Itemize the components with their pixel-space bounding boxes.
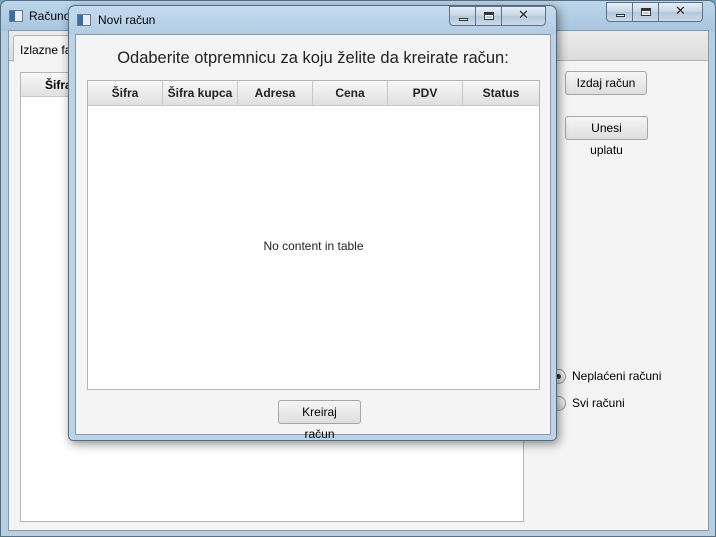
enter-payment-button[interactable]: Unesi uplatu bbox=[565, 116, 648, 157]
dialog-title: Novi račun bbox=[98, 13, 156, 27]
new-invoice-dialog: Novi račun ✕ Odaberite otpremnicu za koj… bbox=[68, 5, 557, 441]
dialog-caption-buttons: ✕ bbox=[449, 6, 546, 26]
column-header-pdv[interactable]: PDV bbox=[388, 81, 463, 105]
main-close-button[interactable]: ✕ bbox=[659, 2, 703, 22]
filter-all-label: Svi računi bbox=[572, 396, 625, 410]
close-icon: ✕ bbox=[675, 4, 686, 19]
dialog-heading: Odaberite otpremnicu za koju želite da k… bbox=[117, 49, 509, 67]
dialog-close-button[interactable]: ✕ bbox=[502, 6, 546, 26]
filter-unpaid-option[interactable]: Neplaćeni računi bbox=[551, 368, 661, 384]
column-header-sifra[interactable]: Šifra bbox=[88, 81, 163, 105]
minimize-icon bbox=[616, 14, 625, 17]
app-icon bbox=[9, 10, 23, 22]
main-maximize-button[interactable] bbox=[633, 2, 659, 22]
dialog-client-area: Odaberite otpremnicu za koju želite da k… bbox=[75, 34, 551, 441]
main-window-title: Računo bbox=[29, 9, 71, 23]
create-invoice-button[interactable]: Kreiraj račun bbox=[278, 400, 361, 441]
dialog-app-icon bbox=[77, 14, 91, 26]
dialog-maximize-button[interactable] bbox=[476, 6, 502, 26]
main-minimize-button[interactable] bbox=[606, 2, 633, 22]
column-header-sifra-kupca[interactable]: Šifra kupca bbox=[163, 81, 238, 105]
minimize-icon bbox=[459, 18, 468, 21]
close-icon: ✕ bbox=[518, 8, 529, 23]
column-header-adresa[interactable]: Adresa bbox=[238, 81, 313, 105]
main-caption-buttons: ✕ bbox=[606, 2, 703, 22]
filter-unpaid-label: Neplaćeni računi bbox=[572, 369, 662, 383]
maximize-icon bbox=[484, 12, 494, 20]
delivery-notes-table[interactable]: Šifra Šifra kupca Adresa Cena PDV Status… bbox=[87, 80, 540, 390]
dialog-minimize-button[interactable] bbox=[449, 6, 476, 26]
delivery-notes-table-header: Šifra Šifra kupca Adresa Cena PDV Status bbox=[88, 81, 539, 106]
column-header-status[interactable]: Status bbox=[463, 81, 539, 105]
maximize-icon bbox=[641, 8, 651, 16]
column-header-cena[interactable]: Cena bbox=[313, 81, 388, 105]
issue-invoice-button[interactable]: Izdaj račun bbox=[565, 71, 647, 95]
empty-table-placeholder: No content in table bbox=[263, 239, 364, 253]
filter-all-option[interactable]: Svi računi bbox=[551, 395, 625, 411]
